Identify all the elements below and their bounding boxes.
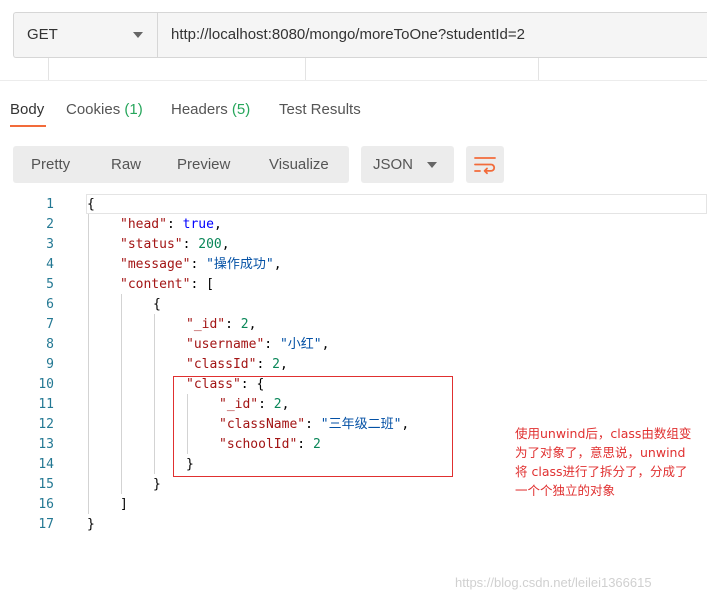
indent-guide	[121, 294, 122, 494]
annotation-highlight-box	[173, 376, 453, 477]
code-line: "message": "操作成功",	[120, 257, 282, 272]
line-number: 12	[38, 417, 54, 432]
code-line: "head": true,	[120, 217, 222, 232]
line-number: 5	[46, 277, 54, 292]
format-label: JSON	[373, 156, 414, 173]
annotation-line: 使用unwind后，class由数组变	[515, 426, 692, 441]
tab-headers[interactable]: Headers (5)	[171, 101, 250, 118]
line-number: 3	[46, 237, 54, 252]
code-line: }	[87, 517, 95, 532]
view-preview-button[interactable]: Preview	[177, 146, 230, 183]
code-line: "content": [	[120, 277, 214, 292]
tab-cookies[interactable]: Cookies (1)	[66, 101, 143, 118]
line-number: 10	[38, 377, 54, 392]
annotation-line: 一个个独立的对象	[515, 483, 616, 498]
tab-label: Body	[10, 101, 45, 118]
line-number: 13	[38, 437, 54, 452]
active-tab-indicator	[10, 125, 46, 127]
tab-label: Test Results	[279, 101, 361, 118]
watermark: https://blog.csdn.net/leilei1366615	[455, 575, 652, 590]
param-column-divider	[538, 58, 539, 80]
code-line: }	[153, 477, 161, 492]
line-number: 4	[46, 257, 54, 272]
line-number: 1	[46, 197, 54, 212]
view-pretty-button[interactable]: Pretty	[31, 146, 70, 183]
line-number: 17	[38, 517, 54, 532]
method-select[interactable]: GET	[14, 13, 158, 57]
tab-label: Headers	[171, 101, 228, 118]
tab-count: (1)	[124, 101, 143, 118]
line-number: 2	[46, 217, 54, 232]
code-line: {	[153, 297, 161, 312]
annotation-note: 使用unwind后，class由数组变 为了对象了，意思说，unwind 将 c…	[515, 424, 700, 500]
wrap-lines-icon	[474, 157, 496, 175]
line-number: 15	[38, 477, 54, 492]
line-number: 6	[46, 297, 54, 312]
tab-label: Cookies	[66, 101, 121, 118]
param-column-divider	[305, 58, 306, 80]
line-number: 11	[38, 397, 54, 412]
tab-test-results[interactable]: Test Results	[279, 101, 361, 118]
line-number: 8	[46, 337, 54, 352]
current-line-highlight	[86, 194, 707, 214]
view-raw-button[interactable]: Raw	[111, 146, 141, 183]
line-number: 9	[46, 357, 54, 372]
param-column-divider	[48, 58, 49, 80]
method-label: GET	[27, 26, 58, 43]
view-visualize-button[interactable]: Visualize	[269, 146, 329, 183]
code-line: "classId": 2,	[186, 357, 288, 372]
format-select[interactable]: JSON	[361, 146, 454, 183]
chevron-down-icon	[427, 162, 437, 168]
tab-count: (5)	[231, 101, 251, 118]
divider	[0, 80, 707, 81]
annotation-line: 将 class进行了拆分了，分成了	[515, 464, 688, 479]
code-line: "status": 200,	[120, 237, 230, 252]
url-input[interactable]: http://localhost:8080/mongo/moreToOne?st…	[171, 26, 525, 43]
code-line: {	[87, 197, 95, 212]
view-mode-toggle: Pretty Raw Preview Visualize	[13, 146, 349, 183]
line-number: 16	[38, 497, 54, 512]
code-line: ]	[120, 497, 128, 512]
line-number: 7	[46, 317, 54, 332]
chevron-down-icon	[133, 32, 143, 38]
tab-body[interactable]: Body	[10, 101, 44, 118]
wrap-lines-button[interactable]	[466, 146, 504, 183]
indent-guide	[154, 314, 155, 474]
line-number: 14	[38, 457, 54, 472]
code-line: "_id": 2,	[186, 317, 257, 332]
indent-guide	[88, 214, 89, 514]
request-bar: GET http://localhost:8080/mongo/moreToOn…	[13, 12, 707, 58]
code-line: "username": "小红",	[186, 337, 330, 352]
annotation-line: 为了对象了，意思说，unwind	[515, 445, 686, 460]
params-strip	[0, 58, 707, 80]
